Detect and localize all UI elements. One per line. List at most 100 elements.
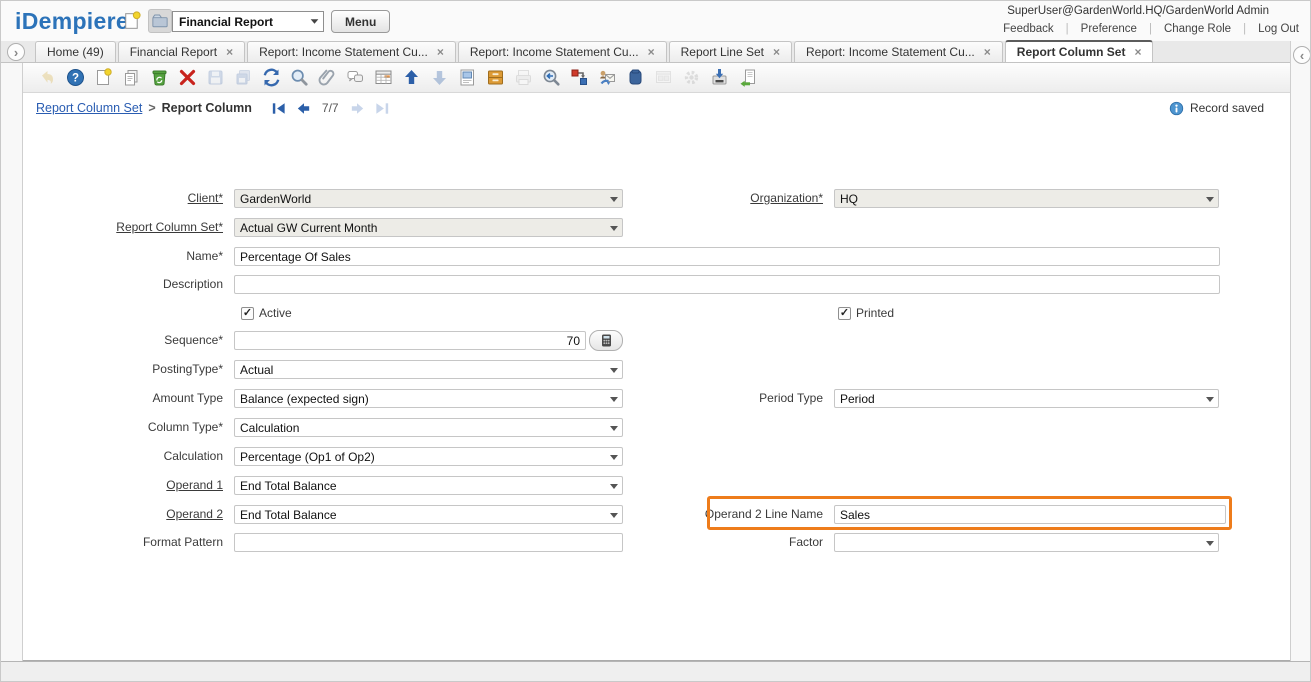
help-icon[interactable]: ? bbox=[65, 67, 86, 88]
previous-record-icon[interactable] bbox=[295, 100, 312, 117]
status-bar bbox=[1, 661, 1311, 682]
report-column-set-select[interactable]: Actual GW Current Month bbox=[234, 218, 623, 237]
organization-label[interactable]: Organization* bbox=[631, 189, 823, 208]
header-link-feedback[interactable]: Feedback bbox=[1003, 23, 1054, 35]
tab-close-icon[interactable]: × bbox=[984, 47, 991, 57]
window-selector[interactable]: Financial Report bbox=[172, 11, 324, 32]
operand-2-label[interactable]: Operand 2 bbox=[23, 505, 223, 524]
operand-1-label[interactable]: Operand 1 bbox=[23, 476, 223, 495]
copy-record-icon[interactable] bbox=[121, 67, 142, 88]
grid-toggle-icon[interactable] bbox=[373, 67, 394, 88]
status-message-box: Record saved bbox=[1169, 101, 1264, 116]
chevron-down-icon[interactable] bbox=[605, 419, 622, 436]
workflow-icon[interactable] bbox=[569, 67, 590, 88]
info-icon bbox=[1169, 101, 1184, 116]
tab-home-49[interactable]: Home (49) bbox=[35, 41, 116, 62]
header-link-change-role[interactable]: Change Role bbox=[1164, 23, 1231, 35]
tab-financial-report[interactable]: Financial Report × bbox=[118, 41, 245, 62]
chevron-down-icon[interactable] bbox=[605, 390, 622, 407]
factor-select[interactable] bbox=[834, 533, 1219, 552]
tab-report-column-set[interactable]: Report Column Set× bbox=[1005, 40, 1154, 62]
tab-report-line-set[interactable]: Report Line Set× bbox=[669, 41, 792, 62]
amount-type-value: Balance (expected sign) bbox=[235, 392, 605, 406]
operand-2-select[interactable]: End Total Balance bbox=[234, 505, 623, 524]
description-input[interactable] bbox=[234, 275, 1220, 294]
name-input[interactable]: Percentage Of Sales bbox=[234, 247, 1220, 266]
tab-close-icon[interactable]: × bbox=[1134, 47, 1141, 57]
period-type-select[interactable]: Period bbox=[834, 389, 1219, 408]
report-column-set-label[interactable]: Report Column Set* bbox=[23, 218, 223, 237]
requery-icon[interactable] bbox=[261, 67, 282, 88]
active-label: Active bbox=[259, 306, 292, 320]
attachment-icon[interactable] bbox=[317, 67, 338, 88]
requests-icon[interactable] bbox=[597, 67, 618, 88]
tab-close-icon[interactable]: × bbox=[437, 47, 444, 57]
open-folder-icon[interactable] bbox=[148, 9, 172, 33]
delete-selection-icon[interactable] bbox=[177, 67, 198, 88]
amount-type-select[interactable]: Balance (expected sign) bbox=[234, 389, 623, 408]
archive-icon[interactable] bbox=[485, 67, 506, 88]
breadcrumb-separator: > bbox=[148, 101, 155, 115]
chevron-down-icon[interactable] bbox=[605, 477, 622, 494]
format-pattern-input[interactable] bbox=[234, 533, 623, 552]
name-label: Name* bbox=[23, 247, 223, 266]
printed-checkbox[interactable]: ✓ bbox=[838, 307, 851, 320]
menu-button[interactable]: Menu bbox=[331, 10, 390, 33]
tab-close-icon[interactable]: × bbox=[648, 47, 655, 57]
active-checkbox[interactable]: ✓ bbox=[241, 307, 254, 320]
header-link-preference[interactable]: Preference bbox=[1081, 23, 1137, 35]
tab-label: Financial Report bbox=[130, 45, 217, 59]
product-info-icon[interactable] bbox=[625, 67, 646, 88]
operand-1-select[interactable]: End Total Balance bbox=[234, 476, 623, 495]
chevron-down-icon[interactable] bbox=[1201, 534, 1218, 551]
calculation-select[interactable]: Percentage (Op1 of Op2) bbox=[234, 447, 623, 466]
posting-type-label: PostingType* bbox=[23, 360, 223, 379]
operand-2-line-name-label: Operand 2 Line Name bbox=[631, 505, 823, 524]
header-link-log-out[interactable]: Log Out bbox=[1258, 23, 1299, 35]
breadcrumb-parent-link[interactable]: Report Column Set bbox=[36, 101, 142, 115]
tab-close-icon[interactable]: × bbox=[226, 47, 233, 57]
tab-close-icon[interactable]: × bbox=[773, 47, 780, 57]
export-icon[interactable] bbox=[709, 67, 730, 88]
status-message: Record saved bbox=[1190, 101, 1264, 115]
chevron-down-icon[interactable] bbox=[306, 16, 323, 27]
posting-type-select[interactable]: Actual bbox=[234, 360, 623, 379]
process-icon bbox=[681, 67, 702, 88]
report-icon[interactable] bbox=[541, 67, 562, 88]
record-position: 7/7 bbox=[322, 101, 339, 115]
chevron-down-icon[interactable] bbox=[1201, 190, 1218, 207]
tab-report-income-statement-cu[interactable]: Report: Income Statement Cu...× bbox=[247, 41, 456, 62]
active-field: ✓ Active bbox=[241, 306, 292, 320]
chevron-down-icon[interactable] bbox=[605, 219, 622, 236]
save-icon bbox=[205, 67, 226, 88]
right-collapsed-panel: ‹ bbox=[1290, 41, 1311, 661]
operand-2-line-name-input[interactable]: Sales bbox=[834, 505, 1226, 524]
chevron-down-icon[interactable] bbox=[605, 506, 622, 523]
sequence-input[interactable]: 70 bbox=[234, 331, 586, 350]
organization-select[interactable]: HQ bbox=[834, 189, 1219, 208]
chevron-down-icon[interactable] bbox=[605, 361, 622, 378]
first-record-icon[interactable] bbox=[270, 100, 287, 117]
tab-report-income-statement-cu[interactable]: Report: Income Statement Cu...× bbox=[794, 41, 1003, 62]
column-type-select[interactable]: Calculation bbox=[234, 418, 623, 437]
client-label[interactable]: Client* bbox=[23, 189, 223, 208]
chat-icon[interactable] bbox=[345, 67, 366, 88]
new-record-icon[interactable] bbox=[93, 67, 114, 88]
column-type-value: Calculation bbox=[235, 421, 605, 435]
parent-record-icon[interactable] bbox=[401, 67, 422, 88]
chevron-down-icon[interactable] bbox=[605, 448, 622, 465]
expand-right-panel-icon[interactable]: ‹ bbox=[1293, 46, 1311, 64]
sequence-label: Sequence* bbox=[23, 331, 223, 350]
client-select[interactable]: GardenWorld bbox=[234, 189, 623, 208]
chevron-down-icon[interactable] bbox=[1201, 390, 1218, 407]
file-import-icon[interactable] bbox=[737, 67, 758, 88]
description-label: Description bbox=[23, 275, 223, 294]
calculator-button[interactable] bbox=[589, 330, 623, 351]
delete-record-icon[interactable] bbox=[149, 67, 170, 88]
chevron-down-icon[interactable] bbox=[605, 190, 622, 207]
new-document-icon[interactable] bbox=[120, 9, 144, 33]
find-icon[interactable] bbox=[289, 67, 310, 88]
form-view-icon[interactable] bbox=[457, 67, 478, 88]
tab-report-income-statement-cu[interactable]: Report: Income Statement Cu...× bbox=[458, 41, 667, 62]
expand-left-panel-icon[interactable]: › bbox=[7, 43, 25, 61]
